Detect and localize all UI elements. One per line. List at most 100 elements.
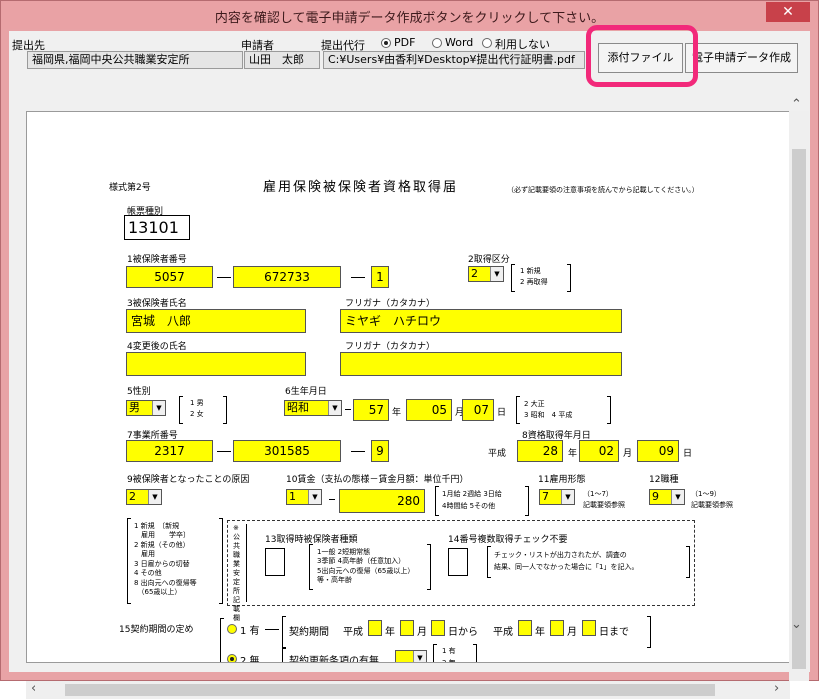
job-opt-1: （1～9） — [691, 490, 721, 498]
to-day[interactable] — [582, 620, 596, 636]
dash — [351, 451, 365, 452]
insured-no-3[interactable]: 1 — [371, 266, 389, 288]
proxy-none-radio[interactable] — [482, 38, 492, 48]
office-no-1[interactable]: 2317 — [126, 440, 213, 462]
contract-label: 15契約期間の定め — [119, 625, 194, 635]
insured-no-2[interactable]: 672733 — [233, 266, 341, 288]
sex-opt-2: 2 女 — [190, 410, 204, 418]
proxy-word-radio[interactable] — [432, 38, 442, 48]
q13-opt-4: 等・高年齢 — [317, 576, 352, 584]
chevron-down-icon: ▼ — [328, 401, 341, 415]
emp-opt-1: （1～7） — [583, 490, 613, 498]
applicant-field: 山田 太郎 — [244, 51, 320, 69]
name-field[interactable]: 宮城 八郎 — [126, 309, 306, 333]
contract-yes-radio[interactable] — [227, 624, 237, 634]
bracket — [309, 544, 313, 590]
wage-amount[interactable]: 280 — [339, 489, 425, 513]
from-month[interactable] — [400, 620, 414, 636]
dash — [351, 277, 365, 278]
bracket — [219, 518, 223, 604]
birth-day[interactable]: 07 — [462, 399, 494, 421]
scroll-up-icon[interactable]: ⌃ — [791, 97, 802, 112]
renew-dropdown[interactable]: ▼ — [395, 650, 427, 662]
wage-type-dropdown[interactable]: 1 ▼ — [286, 489, 322, 505]
cause-opt-4: 雇用 — [134, 550, 155, 558]
cause-opt-8: （65歳以上） — [134, 588, 182, 596]
form-number: 様式第2号 — [109, 183, 151, 193]
chevron-down-icon: ▼ — [671, 490, 684, 504]
bracket — [607, 396, 611, 424]
from-day[interactable] — [431, 620, 445, 636]
proxy-pdf-label: PDF — [394, 36, 416, 49]
to-month[interactable] — [550, 620, 564, 636]
acq-year[interactable]: 28 — [517, 440, 563, 462]
acq-day[interactable]: 09 — [637, 440, 679, 462]
era-dropdown[interactable]: 昭和 ▼ — [284, 400, 342, 416]
insured-no-1[interactable]: 5057 — [126, 266, 213, 288]
changed-kana-field[interactable] — [340, 352, 622, 376]
horizontal-scroll-thumb[interactable] — [65, 684, 715, 696]
kana2-label: フリガナ（カタカナ） — [345, 342, 436, 352]
proxy-none-label: 利用しない — [495, 38, 550, 51]
job-type-dropdown[interactable]: 9 ▼ — [649, 489, 685, 505]
scroll-right-icon[interactable]: › — [774, 681, 779, 696]
birth-year[interactable]: 57 — [353, 399, 389, 421]
sex-dropdown[interactable]: 男 ▼ — [126, 400, 166, 416]
chevron-down-icon: ▼ — [308, 490, 321, 504]
attach-button-highlight — [586, 25, 698, 87]
close-button[interactable]: ✕ — [766, 2, 810, 22]
office-no-3[interactable]: 9 — [371, 440, 389, 462]
vertical-scroll-thumb[interactable] — [792, 149, 806, 669]
q14-label: 14番号複数取得チェック不要 — [448, 535, 568, 545]
contract-no-radio[interactable] — [227, 654, 237, 662]
acquisition-opt-2: 2 再取得 — [520, 278, 548, 286]
proxy-word-label: Word — [445, 36, 474, 49]
create-e-application-button[interactable]: 電子申請データ作成 — [685, 43, 798, 73]
bracket — [223, 396, 227, 424]
kana-field[interactable]: ミヤギ ハチロウ — [340, 309, 622, 333]
dash — [345, 409, 351, 410]
acquisition-type-label: 2取得区分 — [468, 255, 510, 265]
contract-no-label: 2 無 — [240, 656, 260, 663]
scroll-left-icon[interactable]: ‹ — [31, 681, 36, 696]
dash — [217, 451, 231, 452]
year-unit: 年 — [535, 627, 545, 638]
name-label: 3被保険者氏名 — [127, 299, 187, 309]
form-title: 雇用保険被保険者資格取得届 — [263, 180, 459, 195]
bracket — [525, 486, 529, 516]
cause-value: 2 — [129, 490, 136, 503]
to-text: 日まで — [599, 627, 629, 638]
acquisition-type-dropdown[interactable]: 2 ▼ — [468, 266, 504, 282]
form-viewer[interactable]: 様式第2号 雇用保険被保険者資格取得届 （必ず記載要領の注意事項を読んでから記載… — [26, 111, 808, 663]
chevron-down-icon: ▼ — [490, 267, 503, 281]
renew-label: 契約更新条項の有無 — [289, 656, 379, 663]
wage-type-value: 1 — [289, 490, 296, 503]
to-year[interactable] — [518, 620, 532, 636]
employment-type-dropdown[interactable]: 7 ▼ — [539, 489, 575, 505]
employment-type-label: 11雇用形態 — [538, 475, 586, 485]
month-unit: 月 — [623, 449, 633, 459]
cause-dropdown[interactable]: 2 ▼ — [126, 489, 162, 505]
period-heisei-to: 平成 — [493, 627, 513, 638]
bracket — [282, 648, 286, 662]
birth-month[interactable]: 05 — [406, 399, 452, 421]
dash — [265, 629, 279, 630]
acq-month[interactable]: 02 — [579, 440, 619, 462]
job-opt-2: 記載要領参照 — [691, 501, 733, 509]
q13-field[interactable] — [265, 548, 285, 576]
job-type-value: 9 — [652, 490, 659, 503]
q14-field[interactable] — [448, 548, 468, 576]
from-year[interactable] — [368, 620, 382, 636]
office-no-2[interactable]: 301585 — [233, 440, 341, 462]
proxy-pdf-radio[interactable] — [381, 38, 391, 48]
ledger-field[interactable]: 13101 — [124, 215, 190, 240]
dash — [329, 499, 335, 500]
changed-name-label: 4変更後の氏名 — [127, 342, 187, 352]
wage-opt-1: 1月給 2週給 3日給 — [442, 490, 502, 498]
emp-opt-2: 記載要領参照 — [583, 501, 625, 509]
acquisition-opt-1: 1 新規 — [520, 267, 541, 275]
scroll-down-icon[interactable]: ⌄ — [791, 617, 802, 632]
changed-name-field[interactable] — [126, 352, 306, 376]
q14-note-1: チェック・リストが出力されたが、調査の — [494, 551, 627, 559]
era-opt-2: 3 昭和 4 平成 — [524, 411, 573, 419]
